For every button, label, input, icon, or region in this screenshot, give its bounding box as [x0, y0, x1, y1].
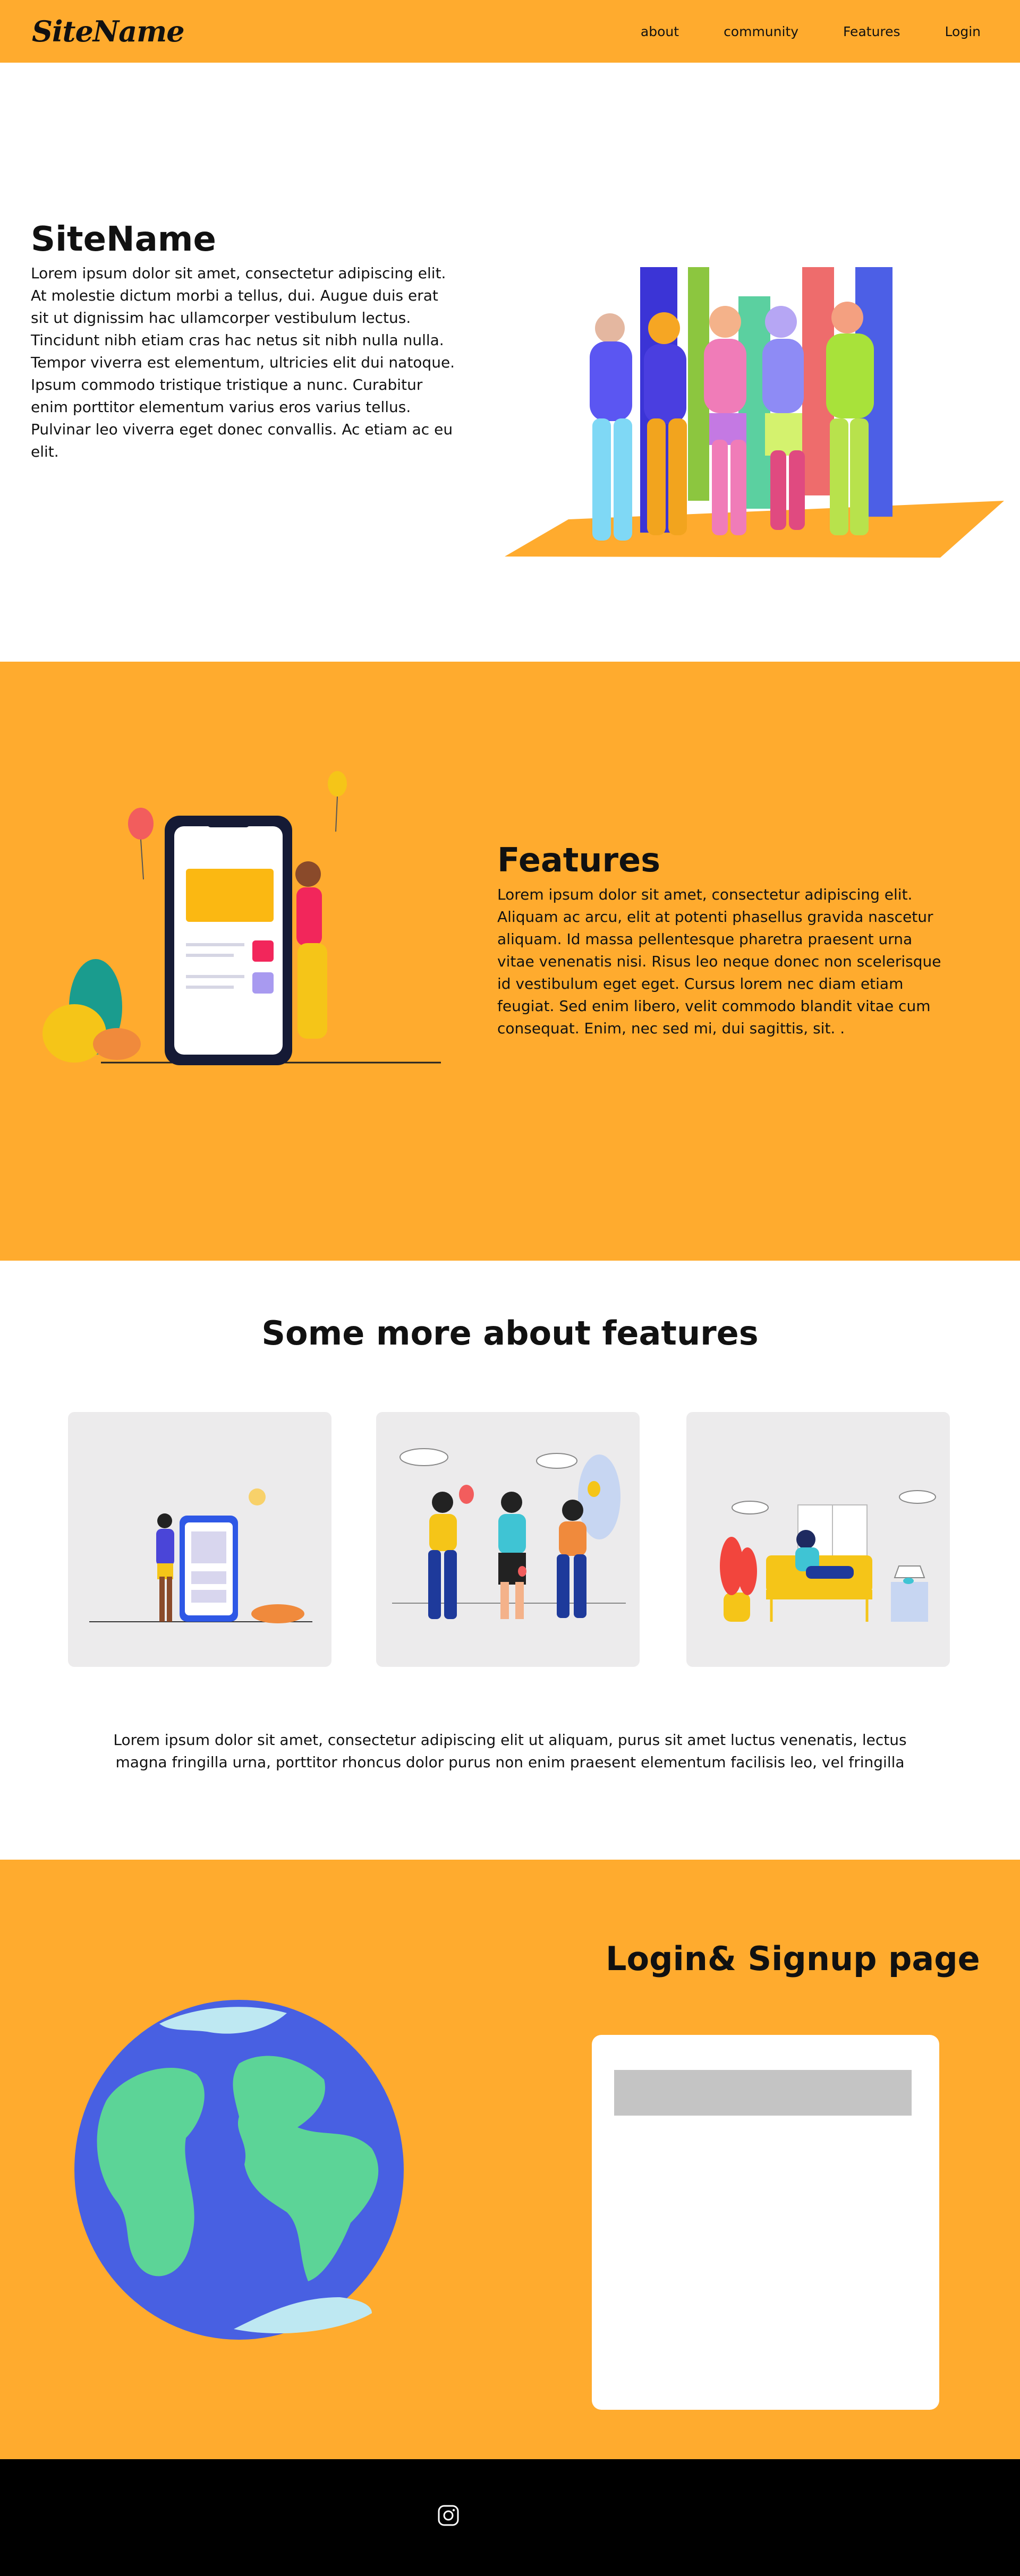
login-section: Login& Signup page [0, 1860, 1020, 2459]
features-illustration [42, 771, 441, 1065]
globe-illustration [74, 2000, 404, 2340]
nav-about[interactable]: about [641, 24, 679, 39]
site-logo[interactable]: SiteName [32, 14, 185, 48]
features-body: Lorem ipsum dolor sit amet, consectetur … [497, 886, 941, 1038]
instagram-icon[interactable] [437, 2504, 460, 2527]
login-input-field[interactable] [614, 2070, 912, 2116]
nav-login[interactable]: Login [945, 24, 981, 39]
main-nav: about community Features Login [596, 24, 981, 39]
feature-card-relax-illustration [720, 1490, 936, 1622]
hero-section: SiteName Lorem ipsum dolor sit amet, con… [0, 63, 1020, 662]
login-title: Login& Signup page [606, 1939, 980, 1978]
feature-card-relax [686, 1412, 950, 1667]
feature-card-friends-illustration [392, 1448, 626, 1619]
hero-text: SiteName Lorem ipsum dolor sit amet, con… [31, 221, 456, 463]
features-text: Features Lorem ipsum dolor sit amet, con… [497, 842, 944, 1040]
login-form-card [592, 2035, 939, 2410]
site-header: SiteName about community Features Login [0, 0, 1020, 63]
features-title: Features [497, 841, 661, 879]
more-features-section: Some more about features Lorem ipsum dol… [0, 1261, 1020, 1860]
hero-body: Lorem ipsum dolor sit amet, consectetur … [31, 264, 455, 461]
site-footer [0, 2459, 1020, 2576]
more-features-title: Some more about features [261, 1314, 759, 1353]
feature-card-friends [376, 1412, 640, 1667]
feature-card-phone-illustration [89, 1488, 312, 1623]
feature-card-phone [68, 1412, 332, 1667]
hero-title: SiteName [31, 220, 216, 259]
nav-features[interactable]: Features [843, 24, 900, 39]
features-section: Features Lorem ipsum dolor sit amet, con… [0, 662, 1020, 1261]
more-features-description: Lorem ipsum dolor sit amet, consectetur … [113, 1731, 907, 1771]
nav-community[interactable]: community [724, 24, 798, 39]
hero-illustration [505, 267, 1004, 558]
